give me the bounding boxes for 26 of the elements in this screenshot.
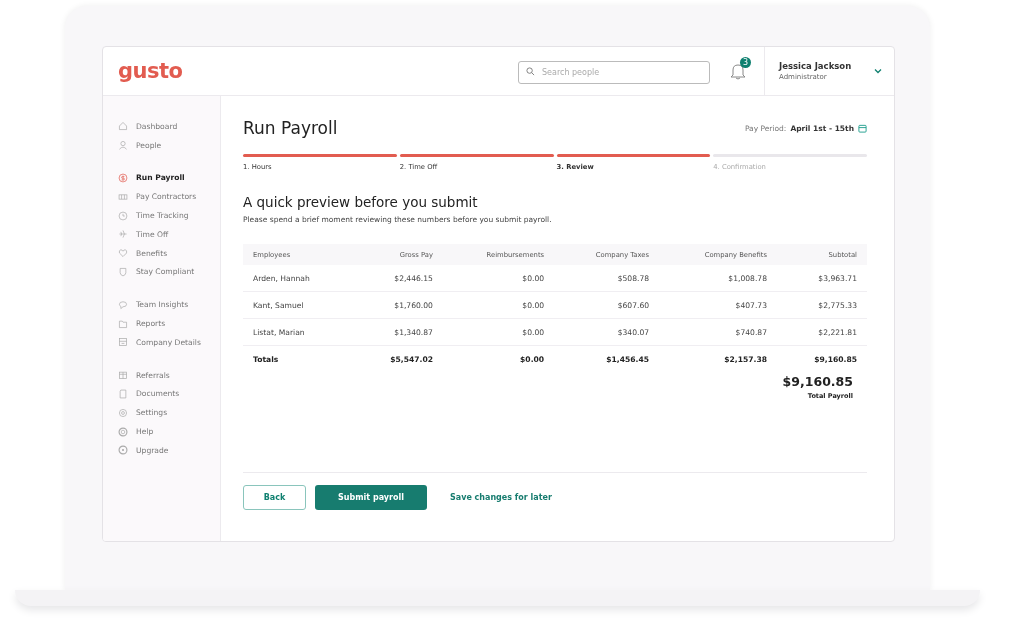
logo[interactable]: gusto — [118, 59, 518, 83]
submit-payroll-button[interactable]: Submit payroll — [315, 485, 427, 510]
clock-icon — [118, 210, 128, 221]
gear-icon — [118, 407, 128, 418]
total-payroll-amount: $9,160.85 — [782, 374, 853, 389]
card-icon — [118, 191, 128, 202]
folder-icon — [118, 318, 128, 329]
save-for-later-link[interactable]: Save changes for later — [444, 485, 558, 510]
search-field[interactable]: Search people — [518, 60, 710, 84]
back-button[interactable]: Back — [243, 485, 306, 510]
heart-icon — [118, 248, 128, 259]
chevron-down-icon — [874, 68, 882, 74]
upgrade-icon — [118, 445, 128, 456]
person-icon — [118, 140, 128, 151]
section-heading: A quick preview before you submit — [243, 194, 479, 210]
search-icon — [526, 66, 535, 76]
document-icon — [118, 388, 128, 399]
home-icon — [118, 121, 128, 132]
shield-icon — [118, 266, 128, 277]
help-icon — [118, 426, 128, 437]
speech-bubble-icon — [118, 299, 128, 310]
notification-badge: 3 — [740, 57, 751, 68]
calendar-icon[interactable] — [858, 123, 867, 133]
user-name: Jessica Jackson — [779, 61, 853, 71]
page-title: Run Payroll — [243, 118, 338, 138]
dollar-icon — [118, 173, 128, 183]
